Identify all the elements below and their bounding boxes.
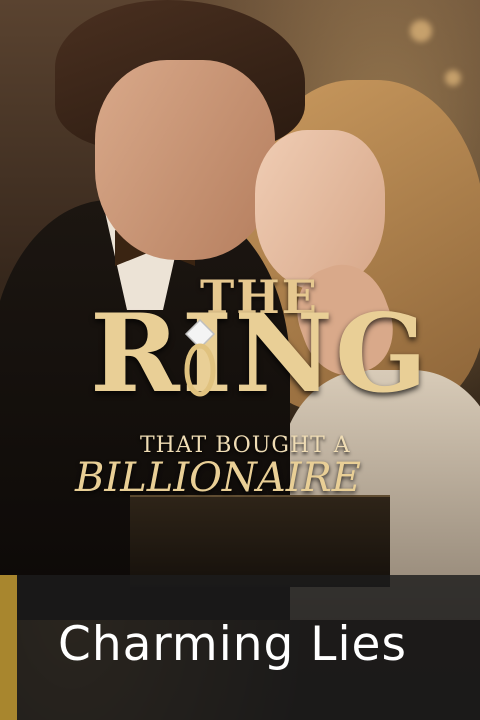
man-face (95, 60, 275, 260)
woman-face (255, 130, 385, 290)
bokeh-light (445, 70, 461, 86)
building-entrance (130, 495, 390, 587)
bokeh-light (410, 20, 432, 42)
title-billionaire: BILLIONAIRE (75, 455, 361, 501)
caption-accent (0, 575, 17, 720)
diamond-ring-icon (184, 318, 216, 397)
caption-bar[interactable]: Charming Lies (0, 575, 480, 720)
title-ring: RING (90, 291, 430, 417)
book-cover[interactable]: THE RING THAT BOUGHT A BILLIONAIRE Charm… (0, 0, 480, 720)
caption-title: Charming Lies (58, 617, 407, 672)
